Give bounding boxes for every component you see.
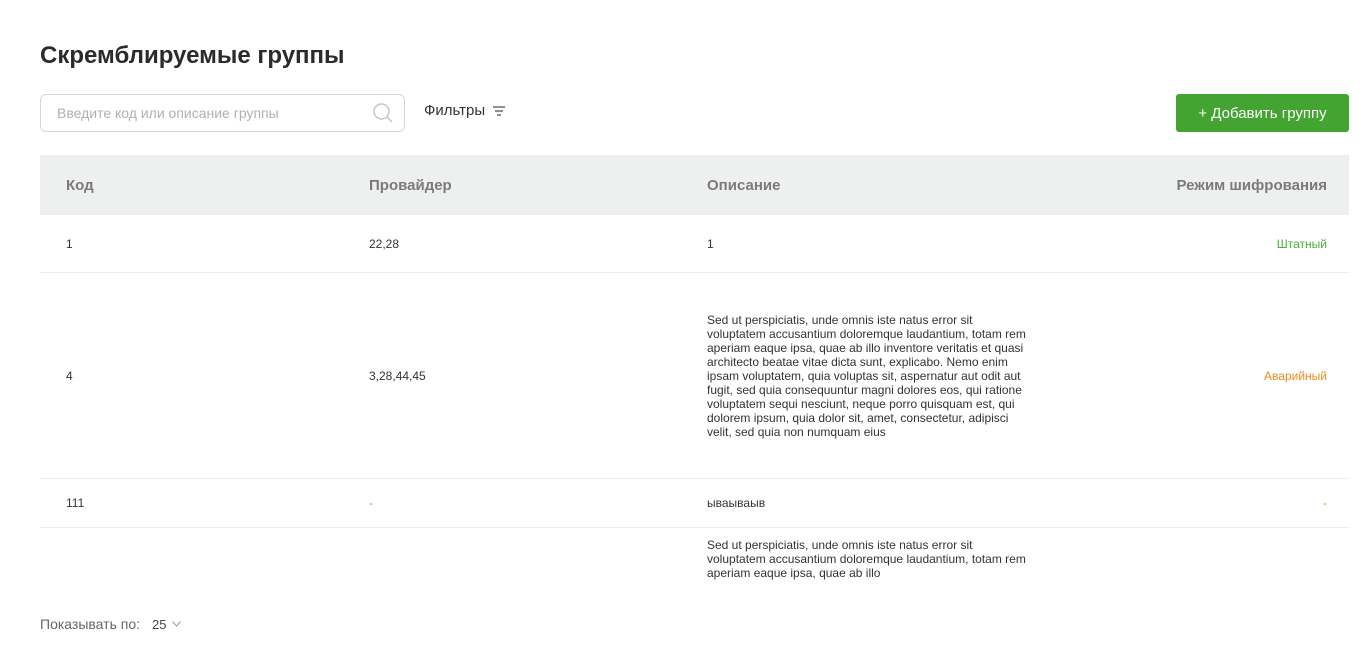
table-row[interactable]: Sed ut perspiciatis, unde omnis iste nat… xyxy=(40,528,1349,598)
search-input[interactable] xyxy=(55,104,372,122)
status-badge: Аварийный xyxy=(1264,368,1327,383)
cell-provider: 3,28,44,45 xyxy=(369,368,426,383)
cell-description: 1 xyxy=(707,236,714,251)
page-size-label: Показывать по: xyxy=(40,616,141,632)
status-badge: - xyxy=(1323,496,1327,510)
cell-provider: - xyxy=(369,496,373,510)
cell-provider: 22,28 xyxy=(369,236,400,251)
column-header-encryption-mode[interactable]: Режим шифрования xyxy=(1027,177,1349,194)
add-group-button[interactable]: + Добавить группу xyxy=(1176,94,1349,132)
column-header-provider[interactable]: Провайдер xyxy=(369,177,707,194)
cell-description: ываываыв xyxy=(707,496,766,510)
page-size-value[interactable]: 25 xyxy=(152,617,166,632)
search-box xyxy=(40,94,405,132)
search-icon[interactable] xyxy=(372,102,394,124)
cell-code: 1 xyxy=(66,236,73,251)
column-header-description[interactable]: Описание xyxy=(707,177,1027,194)
cell-code: 111 xyxy=(66,496,85,510)
table-row[interactable]: 4 3,28,44,45 Sed ut perspiciatis, unde o… xyxy=(40,273,1349,479)
page-title: Скремблируемые группы xyxy=(40,42,345,69)
filter-icon xyxy=(493,105,506,116)
chevron-down-icon[interactable] xyxy=(172,621,182,627)
cell-description: Sed ut perspiciatis, unde omnis iste nat… xyxy=(707,538,1026,580)
cell-description: Sed ut perspiciatis, unde omnis iste nat… xyxy=(707,312,1026,439)
groups-table: Код Провайдер Описание Режим шифрования … xyxy=(40,155,1349,598)
column-header-code[interactable]: Код xyxy=(40,177,369,194)
cell-code: 4 xyxy=(66,368,73,383)
filters-button[interactable]: Фильтры xyxy=(424,102,506,119)
page-size-selector: Показывать по: 25 xyxy=(40,616,182,632)
filters-label: Фильтры xyxy=(424,102,486,119)
table-row[interactable]: 1 22,28 1 Штатный xyxy=(40,215,1349,273)
toolbar: Фильтры + Добавить группу xyxy=(40,94,1349,134)
table-header: Код Провайдер Описание Режим шифрования xyxy=(40,155,1349,215)
status-badge: Штатный xyxy=(1276,236,1327,251)
table-row[interactable]: 111 - ываываыв - xyxy=(40,479,1349,528)
